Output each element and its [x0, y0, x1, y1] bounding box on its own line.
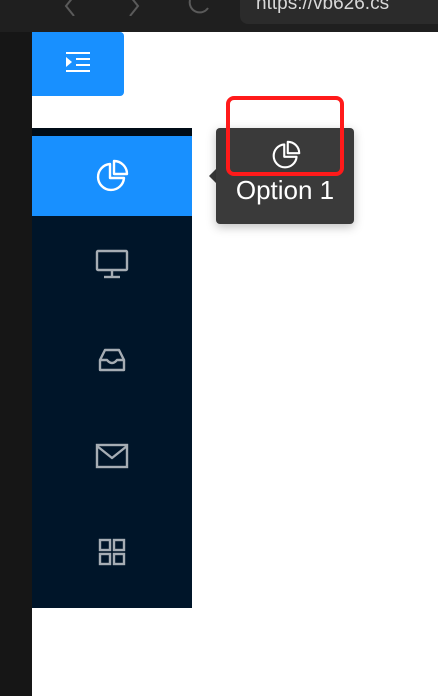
menu-item-option-1[interactable] [32, 136, 192, 216]
pie-chart-icon [95, 159, 129, 193]
menu-fold-icon [65, 51, 91, 78]
url-bar[interactable]: https://vb626.cs [240, 0, 438, 24]
browser-toolbar: https://vb626.cs [0, 0, 438, 32]
reload-icon[interactable] [186, 0, 214, 21]
inbox-icon [97, 347, 127, 373]
menu-top-strip [32, 128, 192, 136]
side-menu [32, 128, 192, 608]
tooltip-label: Option 1 [235, 175, 335, 205]
menu-item-option-4[interactable] [32, 408, 192, 504]
tooltip-arrow [209, 169, 216, 183]
mail-icon [95, 443, 129, 469]
back-arrow-icon[interactable] [60, 0, 84, 21]
menu-item-option-3[interactable] [32, 312, 192, 408]
annotation-highlight-box [226, 96, 344, 176]
menu-item-option-5[interactable] [32, 504, 192, 600]
menu-item-option-2[interactable] [32, 216, 192, 312]
forward-arrow-icon[interactable] [124, 0, 148, 21]
menu-toggle-button[interactable] [32, 32, 124, 96]
appstore-icon [98, 538, 126, 566]
window-edge [0, 32, 32, 696]
desktop-icon [95, 249, 129, 279]
